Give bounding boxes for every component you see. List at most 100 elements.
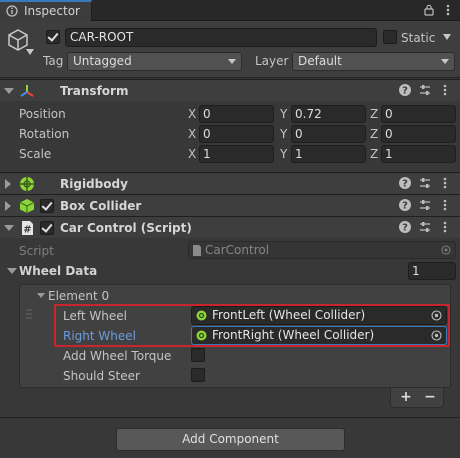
position-z-field[interactable]: 0 (381, 105, 456, 123)
component-header-icons: ? (398, 198, 452, 214)
add-component-button[interactable]: Add Component (116, 428, 345, 451)
tab-bar: Inspector (0, 0, 460, 21)
presets-icon[interactable] (418, 176, 432, 190)
transform-axes-icon (20, 85, 34, 97)
scale-label: Scale (19, 147, 52, 161)
rigidbody-header[interactable]: Rigidbody ? (0, 172, 460, 194)
object-header: CAR-ROOT Static Tag Untagged Layer Defau… (0, 21, 460, 78)
kebab-menu-icon[interactable] (438, 220, 452, 234)
transform-title: Transform (60, 84, 129, 98)
rotation-y-field[interactable]: 0 (291, 125, 366, 143)
presets-icon[interactable] (418, 198, 432, 212)
axis-x-label[interactable]: X (188, 105, 196, 123)
axis-y-label[interactable]: Y (280, 145, 287, 163)
element-label[interactable]: Element 0 (48, 288, 109, 304)
foldout-open-icon[interactable] (4, 225, 14, 231)
component-header-icons: ? (398, 176, 452, 192)
help-icon[interactable]: ? (398, 176, 412, 190)
svg-text:#: # (23, 225, 31, 236)
object-name-field[interactable]: CAR-ROOT (65, 28, 377, 47)
scale-x-field[interactable]: 1 (199, 145, 274, 163)
drag-handle-icon[interactable] (26, 308, 32, 320)
svg-text:?: ? (402, 201, 408, 212)
box-collider-icon (19, 199, 35, 213)
script-file-icon (193, 245, 201, 256)
kebab-menu-icon[interactable] (438, 176, 452, 190)
wheel-data-label: Wheel Data (19, 264, 98, 278)
svg-text:?: ? (402, 223, 408, 234)
layer-dropdown[interactable]: Default (292, 52, 455, 71)
box-collider-header[interactable]: Box Collider ? (0, 194, 460, 216)
static-dropdown-icon[interactable] (443, 34, 451, 40)
foldout-open-icon[interactable] (37, 293, 45, 298)
transform-body: Position X 0 Y 0.72 Z 0 Rotation X 0 Y 0… (0, 102, 460, 172)
wheel-data-row[interactable]: Wheel Data 1 (0, 262, 460, 281)
presets-icon[interactable] (418, 220, 432, 234)
object-picker-icon (441, 245, 451, 255)
foldout-open-icon[interactable] (4, 88, 14, 94)
transform-header[interactable]: Transform ? (0, 79, 460, 101)
foldout-open-icon[interactable] (7, 268, 17, 274)
script-label: Script (19, 244, 54, 258)
kebab-menu-icon[interactable] (438, 198, 452, 212)
wheel-data-size-field[interactable]: 1 (408, 262, 456, 280)
component-header-icons: ? (398, 83, 452, 99)
tag-value: Untagged (73, 54, 132, 68)
box-collider-title: Box Collider (60, 199, 142, 213)
static-checkbox[interactable] (383, 30, 397, 44)
svg-text:?: ? (402, 179, 408, 190)
divider (0, 417, 460, 418)
axis-z-label[interactable]: Z (370, 125, 378, 143)
car-control-header[interactable]: # Car Control (Script) ? (0, 216, 460, 238)
position-label: Position (19, 107, 66, 121)
kebab-menu-icon[interactable] (438, 83, 452, 97)
remove-element-button[interactable]: − (420, 389, 440, 405)
list-add-remove: + − (390, 388, 444, 408)
axis-y-label[interactable]: Y (280, 105, 287, 123)
help-icon[interactable]: ? (398, 83, 412, 97)
axis-x-label[interactable]: X (188, 125, 196, 143)
active-checkbox[interactable] (46, 30, 60, 44)
help-icon[interactable]: ? (398, 198, 412, 212)
should-steer-label: Should Steer (63, 369, 140, 383)
script-field: CarControl (188, 241, 456, 259)
foldout-closed-icon[interactable] (5, 201, 11, 211)
rotation-x-field[interactable]: 0 (199, 125, 274, 143)
rigidbody-icon (20, 177, 34, 191)
chevron-down-icon[interactable] (26, 49, 34, 55)
rotation-z-field[interactable]: 0 (381, 125, 456, 143)
axis-y-label[interactable]: Y (280, 125, 287, 143)
tab-label: Inspector (24, 4, 80, 18)
chevron-down-icon (228, 59, 236, 64)
lock-icon[interactable] (422, 3, 436, 17)
car-control-title: Car Control (Script) (60, 221, 192, 235)
component-header-icons: ? (398, 220, 452, 236)
scale-z-field[interactable]: 1 (381, 145, 456, 163)
add-element-button[interactable]: + (396, 389, 416, 405)
axis-x-label[interactable]: X (188, 145, 196, 163)
tab-inspector[interactable]: Inspector (0, 0, 92, 21)
rotation-label: Rotation (19, 127, 70, 141)
add-wheel-torque-checkbox[interactable] (191, 348, 205, 362)
position-x-field[interactable]: 0 (199, 105, 274, 123)
car-control-enabled-checkbox[interactable] (40, 221, 54, 235)
axis-z-label[interactable]: Z (370, 145, 378, 163)
scale-y-field[interactable]: 1 (291, 145, 366, 163)
presets-icon[interactable] (418, 83, 432, 97)
axis-z-label[interactable]: Z (370, 105, 378, 123)
position-y-field[interactable]: 0.72 (291, 105, 366, 123)
rigidbody-title: Rigidbody (60, 177, 128, 191)
tag-dropdown[interactable]: Untagged (67, 52, 242, 71)
info-icon (6, 5, 18, 17)
add-wheel-torque-label: Add Wheel Torque (63, 349, 172, 363)
layer-label: Layer (255, 54, 289, 68)
svg-text:?: ? (402, 86, 408, 97)
box-collider-enabled-checkbox[interactable] (40, 199, 54, 213)
help-icon[interactable]: ? (398, 220, 412, 234)
foldout-closed-icon[interactable] (5, 179, 11, 189)
should-steer-checkbox[interactable] (191, 368, 205, 382)
static-label: Static (401, 31, 436, 45)
kebab-menu-icon[interactable] (441, 3, 455, 17)
script-icon: # (22, 221, 33, 236)
chevron-down-icon (441, 59, 449, 64)
